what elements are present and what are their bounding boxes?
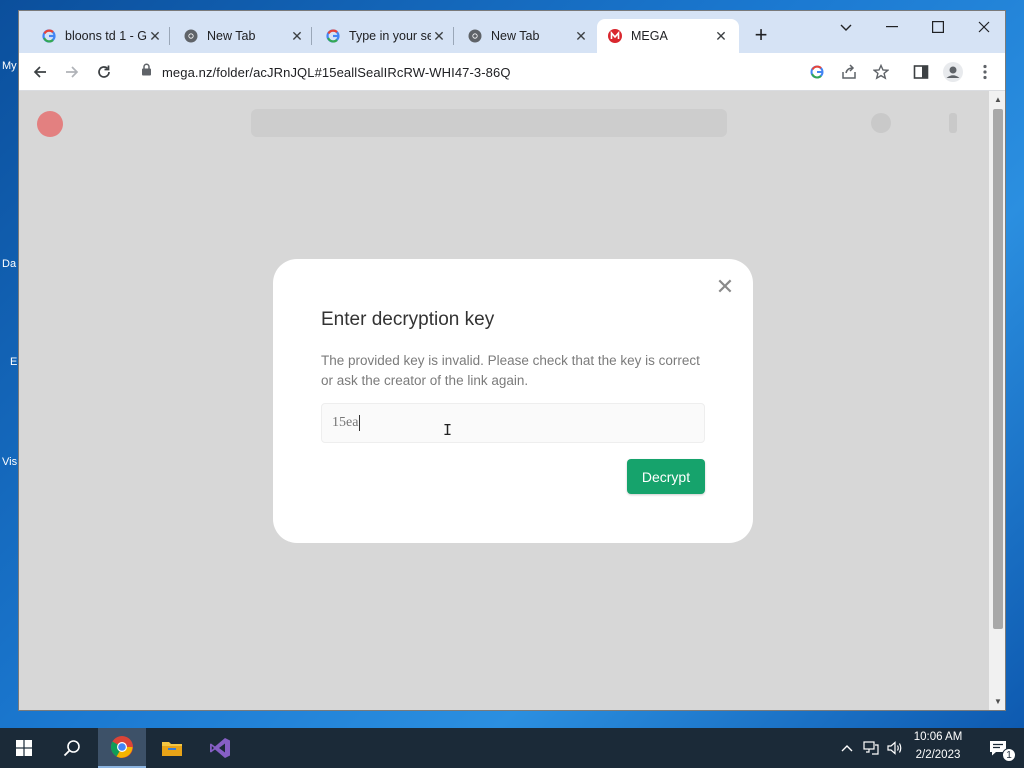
file-explorer-icon[interactable] xyxy=(148,728,196,768)
tab-title: New Tab xyxy=(207,29,256,43)
page-search-bar xyxy=(251,109,727,137)
mega-logo-icon xyxy=(37,111,63,137)
decrypt-button[interactable]: Decrypt xyxy=(627,459,705,494)
tab-separator xyxy=(453,27,454,45)
chrome-icon xyxy=(183,28,199,44)
clock-date[interactable]: 2/2/2023 xyxy=(908,749,968,761)
share-icon[interactable] xyxy=(837,60,861,84)
menu-icon xyxy=(949,113,957,133)
close-tab-icon[interactable]: ✕ xyxy=(713,28,729,45)
close-tab-icon[interactable]: ✕ xyxy=(431,28,447,45)
minimize-icon[interactable] xyxy=(869,11,915,43)
volume-icon[interactable] xyxy=(884,728,906,768)
desktop-icon-label[interactable]: Da xyxy=(2,258,16,270)
tab-new-tab-1[interactable]: New Tab ✕ xyxy=(173,19,315,53)
menu-kebab-icon[interactable] xyxy=(973,60,997,84)
tab-title: Type in your se xyxy=(349,29,431,43)
close-tab-icon[interactable]: ✕ xyxy=(289,28,305,45)
taskbar-chrome-icon[interactable] xyxy=(98,728,146,768)
key-input-value: 15ea xyxy=(332,415,359,430)
google-lens-icon[interactable] xyxy=(805,60,829,84)
address-bar[interactable]: mega.nz/folder/acJRnJQL#15eallSealIRcRW-… xyxy=(129,57,864,87)
decryption-key-input[interactable]: 15ea xyxy=(321,403,705,443)
windows-taskbar: 10:06 AM 2/2/2023 1 xyxy=(0,728,1024,768)
lock-icon[interactable] xyxy=(141,63,152,81)
tab-new-tab-2[interactable]: New Tab ✕ xyxy=(457,19,599,53)
chrome-icon xyxy=(467,28,483,44)
desktop-icon-label[interactable]: My xyxy=(2,60,17,72)
notification-count-badge: 1 xyxy=(1002,748,1016,762)
text-caret xyxy=(359,415,361,431)
close-window-icon[interactable] xyxy=(961,11,1005,43)
dialog-title: Enter decryption key xyxy=(321,309,495,330)
tab-bloons[interactable]: bloons td 1 - G ✕ xyxy=(31,19,173,53)
tab-mega[interactable]: MEGA ✕ xyxy=(597,19,739,53)
side-panel-icon[interactable] xyxy=(909,60,933,84)
mega-icon xyxy=(607,28,623,44)
new-tab-button[interactable]: + xyxy=(750,24,772,47)
google-g-icon xyxy=(325,28,341,44)
tab-type-search[interactable]: Type in your se ✕ xyxy=(315,19,457,53)
account-icon xyxy=(871,113,891,133)
tab-separator xyxy=(169,27,170,45)
scrollbar-thumb[interactable] xyxy=(993,109,1003,629)
tab-title: New Tab xyxy=(491,29,540,43)
close-tab-icon[interactable]: ✕ xyxy=(573,28,589,45)
browser-window: bloons td 1 - G ✕ New Tab ✕ Type in your… xyxy=(18,10,1006,711)
page-scrollbar[interactable]: ▲ ▼ xyxy=(989,91,1005,710)
back-icon[interactable] xyxy=(28,60,52,84)
error-message: The provided key is invalid. Please chec… xyxy=(321,353,700,388)
tab-strip: bloons td 1 - G ✕ New Tab ✕ Type in your… xyxy=(19,11,1005,53)
desktop-icon-label[interactable]: E xyxy=(10,356,17,368)
tab-title: bloons td 1 - G xyxy=(65,29,147,43)
reload-icon[interactable] xyxy=(92,60,116,84)
scroll-down-icon[interactable]: ▼ xyxy=(993,697,1003,707)
visual-studio-icon[interactable] xyxy=(196,728,244,768)
profile-avatar-icon[interactable] xyxy=(941,60,965,84)
text-cursor-icon: I xyxy=(443,421,453,439)
clock-time[interactable]: 10:06 AM xyxy=(908,731,968,743)
notification-center-icon[interactable]: 1 xyxy=(978,728,1018,768)
google-g-icon xyxy=(41,28,57,44)
maximize-icon[interactable] xyxy=(915,11,961,43)
tab-title: MEGA xyxy=(631,29,668,43)
desktop-icon-label[interactable]: Vis xyxy=(2,456,17,468)
scroll-up-icon[interactable]: ▲ xyxy=(993,95,1003,105)
browser-toolbar: mega.nz/folder/acJRnJQL#15eallSealIRcRW-… xyxy=(19,53,1005,91)
close-dialog-icon[interactable]: ✕ xyxy=(713,275,737,299)
network-icon[interactable] xyxy=(860,728,882,768)
decryption-key-dialog: ✕ Enter decryption key The provided key … xyxy=(273,259,753,543)
tab-separator xyxy=(311,27,312,45)
bookmark-star-icon[interactable] xyxy=(869,60,893,84)
tab-search-chevron-icon[interactable] xyxy=(823,11,869,43)
show-hidden-icons-chevron-icon[interactable] xyxy=(836,728,858,768)
close-tab-icon[interactable]: ✕ xyxy=(147,28,163,45)
forward-icon[interactable] xyxy=(60,60,84,84)
search-icon[interactable] xyxy=(48,728,96,768)
windows-start-icon[interactable] xyxy=(0,728,48,768)
url-text: mega.nz/folder/acJRnJQL#15eallSealIRcRW-… xyxy=(162,64,511,80)
